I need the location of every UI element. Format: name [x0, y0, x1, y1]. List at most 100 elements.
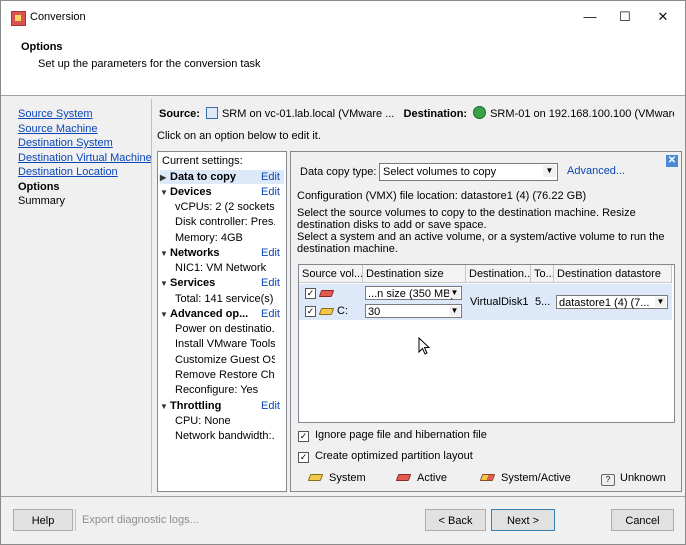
legend-unknown: ? Unknown [601, 472, 666, 486]
edit-link-data-copy[interactable]: Edit [261, 170, 280, 184]
edit-link-devices[interactable]: Edit [261, 185, 280, 199]
volumes-table: Source vol... Destination size Destinati… [298, 264, 675, 423]
volume-checkbox[interactable]: ✓ [305, 288, 316, 299]
destination-size-select[interactable]: ...n size (350 MB) ▼ [365, 286, 462, 300]
col-source-volume[interactable]: Source vol... [299, 265, 363, 283]
virtual-disk-name: VirtualDisk1 [470, 296, 529, 308]
volume-name: C: [337, 305, 348, 317]
system-volume-icon [318, 308, 335, 315]
chevron-down-icon[interactable]: ▼ [449, 288, 460, 298]
edit-link-advanced[interactable]: Edit [261, 307, 280, 321]
data-copy-detail-panel: ✕ Data copy type: Select volumes to copy… [290, 151, 682, 492]
chevron-down-icon: ▼ [160, 310, 168, 319]
setting-networks[interactable]: ▼ Networks Edit [160, 246, 284, 260]
setting-services-total: Total: 141 service(s) [160, 292, 284, 306]
setting-disk-controller: Disk controller: Pres... [160, 215, 284, 229]
back-button[interactable]: < Back [425, 509, 486, 531]
to-cell: 5... [531, 284, 554, 320]
setting-label: Devices [170, 186, 212, 198]
datastore-select[interactable]: datastore1 (4) (7... ▼ [556, 295, 668, 309]
esx-host-icon [473, 106, 487, 119]
setting-value: vCPUs: 2 (2 sockets ... [175, 201, 275, 213]
setting-label: Throttling [170, 400, 222, 412]
setting-network-bandwidth: Network bandwidth:... [160, 429, 284, 443]
table-row[interactable]: ✓ [299, 284, 363, 302]
nav-source-machine[interactable]: Source Machine [18, 122, 152, 137]
checkbox-checked-icon[interactable]: ✓ [298, 431, 309, 442]
select-value: datastore1 (4) (7... [559, 297, 650, 309]
datastore-cell: datastore1 (4) (7... ▼ [554, 284, 672, 320]
create-optimized-checkbox[interactable]: ✓ Create optimized partition layout [298, 450, 473, 463]
chevron-down-icon: ▼ [160, 249, 168, 258]
legend-system: System [307, 472, 366, 484]
minimize-button[interactable]: — [572, 5, 608, 29]
chevron-down-icon: ▼ [160, 402, 168, 411]
checkbox-label: Create optimized partition layout [315, 450, 473, 462]
server-icon [205, 107, 218, 119]
chevron-down-icon[interactable]: ▼ [449, 306, 460, 316]
setting-memory: Memory: 4GB [160, 231, 284, 245]
close-button[interactable]: ✕ [645, 5, 681, 29]
setting-nic1: NIC1: VM Network [160, 261, 284, 275]
col-destination-disk[interactable]: Destination... [466, 265, 531, 283]
cancel-button[interactable]: Cancel [611, 509, 674, 531]
legend-label: System/Active [501, 472, 571, 484]
data-copy-type-select[interactable]: Select volumes to copy ▼ [379, 163, 558, 181]
chevron-down-icon[interactable]: ▼ [543, 165, 556, 177]
destination-value: SRM-01 on 192.168.100.100 (VMware ... [490, 108, 674, 120]
edit-link-networks[interactable]: Edit [261, 246, 280, 260]
data-copy-type-label: Data copy type: [300, 166, 377, 178]
setting-data-to-copy[interactable]: ▶ Data to copy Edit [160, 170, 284, 184]
source-destination-line: Source: SRM on vc-01.lab.local (VMware ..… [159, 106, 674, 120]
maximize-button[interactable]: ☐ [607, 5, 643, 29]
col-destination-size[interactable]: Destination size [363, 265, 466, 283]
unknown-volume-icon: ? [601, 474, 615, 486]
instructions-text: Select the source volumes to copy to the… [297, 207, 665, 255]
setting-advanced-options[interactable]: ▼ Advanced op... Edit [160, 307, 284, 321]
select-value: Select volumes to copy [383, 166, 497, 178]
footer-divider [1, 496, 685, 497]
setting-devices[interactable]: ▼ Devices Edit [160, 185, 284, 199]
setting-install-tools: Install VMware Tools... [160, 337, 284, 351]
setting-label: Services [170, 277, 216, 289]
close-icon[interactable]: ✕ [666, 155, 678, 167]
col-destination-datastore[interactable]: Destination datastore [554, 265, 672, 283]
conversion-window: Conversion — ☐ ✕ Options Set up the para… [0, 0, 686, 545]
setting-label: Data to copy [170, 171, 237, 183]
edit-link-throttling[interactable]: Edit [261, 399, 280, 413]
setting-customize-guest: Customize Guest OS... [160, 353, 284, 367]
wizard-nav: Source System Source Machine Destination… [18, 107, 152, 209]
source-label: Source: [159, 108, 200, 120]
legend-label: Unknown [620, 472, 666, 484]
table-row[interactable]: ✓ C: [299, 302, 363, 320]
advanced-link[interactable]: Advanced... [567, 165, 625, 177]
checkbox-checked-icon[interactable]: ✓ [298, 452, 309, 463]
export-logs-button: Export diagnostic logs... [82, 514, 199, 526]
next-button[interactable]: Next > [491, 509, 555, 531]
legend-active: Active [395, 472, 447, 484]
col-to[interactable]: To... [531, 265, 554, 283]
mouse-cursor-icon [418, 337, 430, 355]
ignore-pagefile-checkbox[interactable]: ✓ Ignore page file and hibernation file [298, 429, 487, 442]
setting-value: Memory: 4GB [175, 232, 243, 244]
nav-destination-virtual-machine[interactable]: Destination Virtual Machine [18, 151, 152, 166]
volume-checkbox[interactable]: ✓ [305, 306, 316, 317]
destination-size-input[interactable]: 30 ▼ [365, 304, 462, 318]
click-hint: Click on an option below to edit it. [157, 130, 321, 142]
setting-label: Advanced op... [170, 308, 249, 320]
nav-source-system[interactable]: Source System [18, 107, 152, 122]
wizard-header: Options Set up the parameters for the co… [1, 33, 685, 96]
nav-destination-system[interactable]: Destination System [18, 136, 152, 151]
edit-link-services[interactable]: Edit [261, 276, 280, 290]
nav-options: Options [18, 180, 60, 193]
setting-value: Install VMware Tools... [175, 338, 275, 350]
chevron-down-icon: ▼ [160, 188, 168, 197]
chevron-right-icon: ▶ [160, 173, 167, 182]
setting-throttling[interactable]: ▼ Throttling Edit [160, 399, 284, 413]
setting-value: Customize Guest OS... [175, 354, 275, 366]
chevron-down-icon[interactable]: ▼ [655, 297, 666, 307]
help-button[interactable]: Help [13, 509, 73, 531]
nav-destination-location[interactable]: Destination Location [18, 165, 152, 180]
setting-services[interactable]: ▼ Services Edit [160, 276, 284, 290]
checkbox-label: Ignore page file and hibernation file [315, 429, 487, 441]
